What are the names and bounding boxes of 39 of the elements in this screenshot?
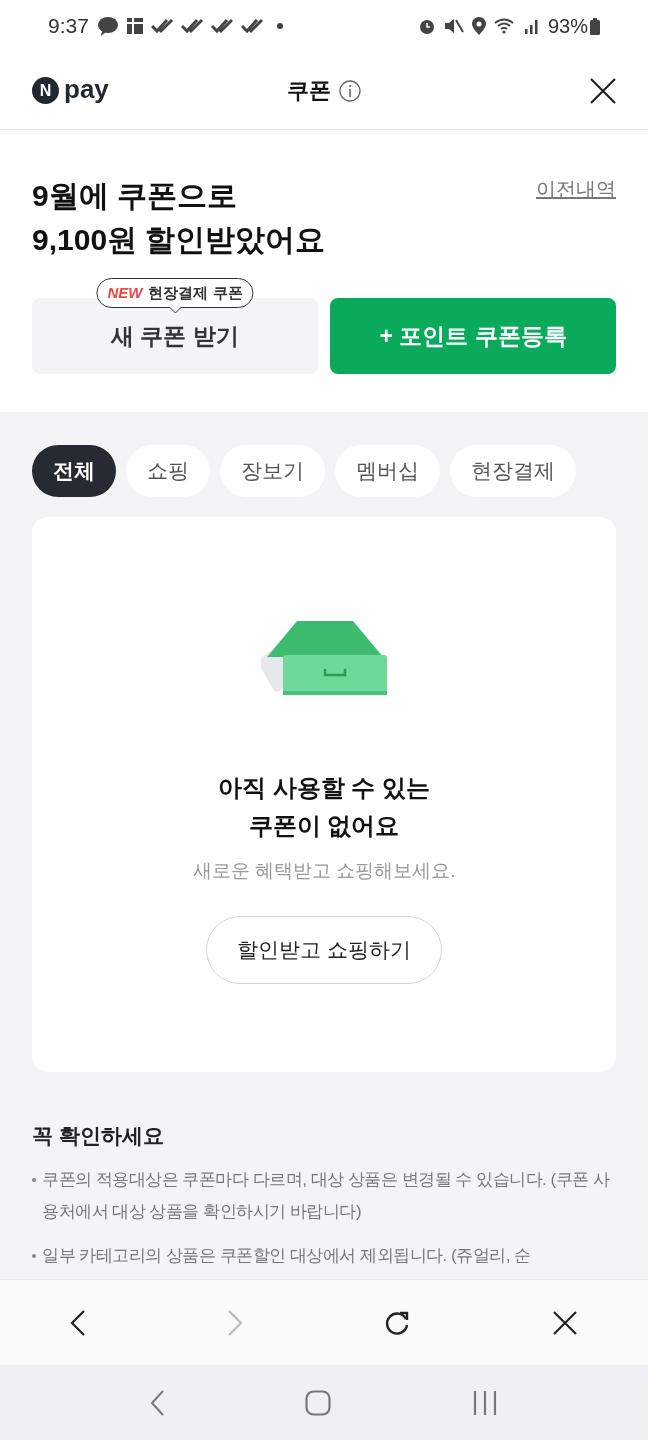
location-icon: [471, 17, 486, 35]
mute-icon: [443, 17, 464, 35]
empty-state-subtitle: 새로운 혜택받고 쇼핑해보세요.: [192, 859, 456, 883]
filter-tab[interactable]: 장보기: [220, 445, 325, 497]
history-link[interactable]: 이전내역: [536, 174, 616, 204]
double-check-icon: [150, 18, 173, 34]
logo-text: pay: [64, 75, 109, 106]
notice-item: 일부 카테고리의 상품은 쿠폰할인 대상에서 제외됩니다. (쥬얼리, 순: [42, 1244, 531, 1267]
filter-tab[interactable]: 전체: [32, 445, 116, 497]
close-icon[interactable]: [551, 1309, 578, 1336]
chat-bubble-icon: [96, 16, 119, 36]
summary-headline: 9월에 쿠폰으로 9,100원 할인받았어요: [32, 178, 326, 258]
empty-state-title: 아직 사용할 수 있는 쿠폰이 없어요: [218, 773, 430, 841]
notice-item: 쿠폰의 적용대상은 쿠폰마다 다르며, 대상 상품은 변경될 수 있습니다. (쿠폰 사용처에서 대상 상품을 확인하시기 바랍니다): [42, 1168, 611, 1223]
dot-icon: [276, 23, 283, 29]
page-title: 쿠폰: [287, 77, 331, 105]
recent-apps-icon[interactable]: [471, 1389, 498, 1416]
double-check-icon: [240, 18, 263, 34]
layout-icon: [126, 18, 143, 34]
info-icon[interactable]: [339, 79, 361, 102]
bullet-icon: [32, 1177, 36, 1182]
alarm-icon: [417, 17, 436, 35]
battery-icon: [590, 17, 600, 35]
signal-icon: [523, 18, 540, 34]
notice-title: 꼭 확인하세요: [32, 1123, 165, 1149]
wifi-icon: [493, 17, 516, 35]
double-check-icon: [180, 18, 203, 34]
double-check-icon: [210, 18, 233, 34]
filter-tab[interactable]: 현장결제: [450, 445, 576, 497]
filter-tab[interactable]: 쇼핑: [126, 445, 210, 497]
status-time: 9:37: [48, 13, 89, 40]
back-icon[interactable]: [70, 1309, 87, 1336]
shop-button[interactable]: 할인받고 쇼핑하기: [206, 915, 442, 984]
logo-badge: N: [32, 77, 59, 104]
filter-tab[interactable]: 멤버십: [335, 445, 440, 497]
battery-percent: 93%: [547, 14, 588, 39]
close-icon[interactable]: [590, 77, 616, 104]
home-icon[interactable]: [305, 1389, 331, 1416]
bullet-icon: [32, 1253, 36, 1258]
